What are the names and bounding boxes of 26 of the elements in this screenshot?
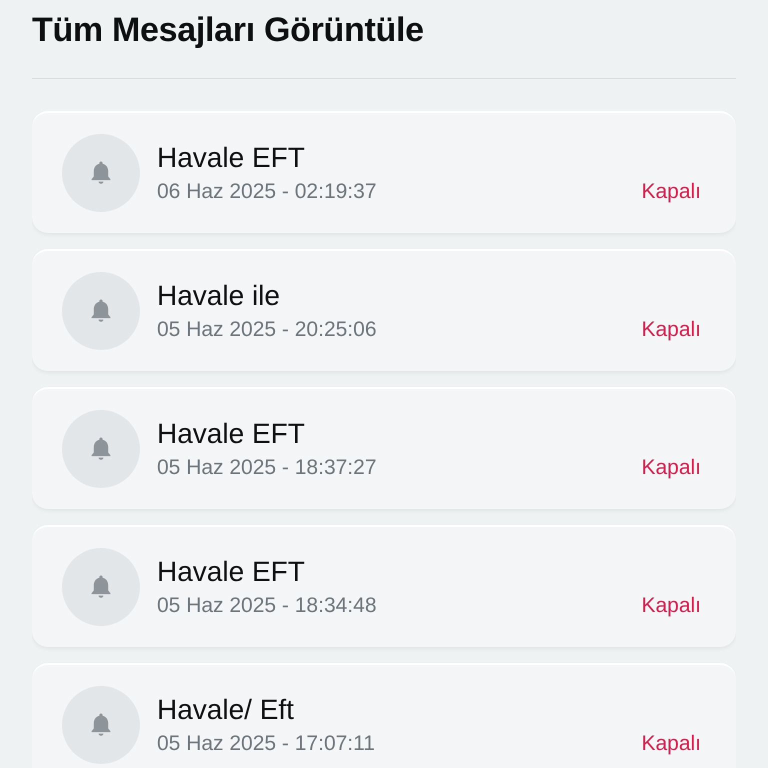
message-date: 06 Haz 2025 - 02:19:37 [157, 180, 376, 204]
message-date: 05 Haz 2025 - 20:25:06 [157, 318, 376, 342]
message-title: Havale EFT [157, 416, 305, 450]
message-card[interactable]: Havale EFT 05 Haz 2025 - 18:37:27 Kapalı [32, 387, 736, 509]
bell-icon [62, 272, 140, 350]
message-title: Havale EFT [157, 140, 305, 174]
bell-icon [62, 134, 140, 212]
message-card[interactable]: Havale EFT 05 Haz 2025 - 18:34:48 Kapalı [32, 525, 736, 647]
page-title: Tüm Mesajları Görüntüle [32, 10, 425, 51]
status-label: Kapalı [641, 732, 701, 756]
message-title: Havale/ Eft [157, 692, 294, 726]
status-label: Kapalı [641, 318, 701, 342]
bell-icon [62, 548, 140, 626]
status-label: Kapalı [641, 456, 701, 480]
bell-icon [62, 686, 140, 764]
message-card[interactable]: Havale/ Eft 05 Haz 2025 - 17:07:11 Kapalı [32, 663, 736, 768]
bell-icon [62, 410, 140, 488]
message-title: Havale ile [157, 278, 280, 312]
status-label: Kapalı [641, 594, 701, 618]
message-card[interactable]: Havale ile 05 Haz 2025 - 20:25:06 Kapalı [32, 249, 736, 371]
message-date: 05 Haz 2025 - 18:37:27 [157, 456, 376, 480]
message-date: 05 Haz 2025 - 18:34:48 [157, 594, 376, 618]
message-card[interactable]: Havale EFT 06 Haz 2025 - 02:19:37 Kapalı [32, 111, 736, 233]
message-date: 05 Haz 2025 - 17:07:11 [157, 732, 375, 756]
message-title: Havale EFT [157, 554, 305, 588]
status-label: Kapalı [641, 180, 701, 204]
